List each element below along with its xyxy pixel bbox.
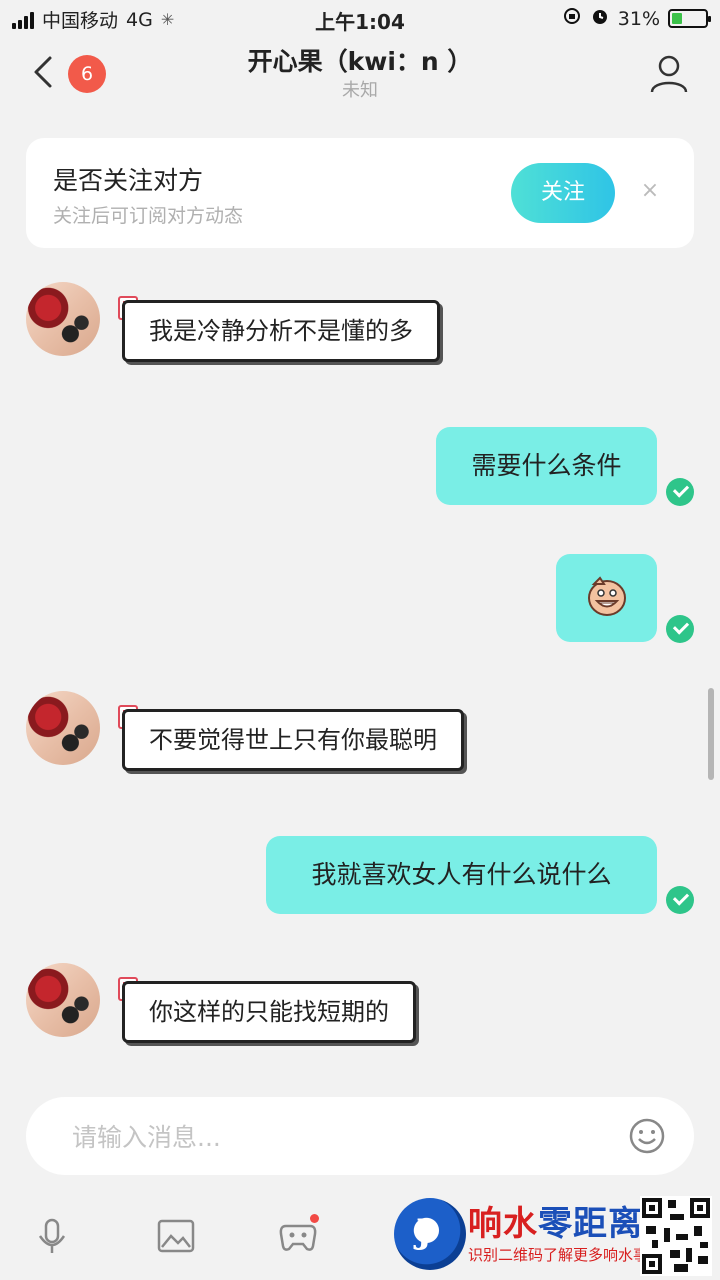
follow-prompt-title: 是否关注对方 [53,166,204,195]
chat-header: 6 开心果（kwi：n ） 未知 [0,38,720,108]
avatar[interactable] [26,963,100,1037]
battery-percent: 31% [617,7,660,30]
follow-prompt-subtitle: 关注后可订阅对方动态 [53,205,244,227]
message-bubble-incoming[interactable]: 你这样的只能找短期的 [122,981,416,1043]
watermark-title: 响水零距离 [468,1204,643,1244]
message-bubble-incoming[interactable]: 我是冷静分析不是懂的多 [122,300,440,362]
message-input[interactable] [72,1117,612,1157]
notification-dot [310,1214,319,1223]
chat-subtitle: 未知 [342,80,378,101]
profile-button[interactable] [648,52,690,94]
battery-icon [668,9,711,28]
alarm-icon [590,6,610,31]
status-bar: 中国移动 4G ✳ 上午1:04 31% [0,0,720,38]
follow-button[interactable]: 关注 [511,163,615,223]
message-bubble-outgoing[interactable]: 需要什么条件 [436,427,657,505]
smiley-icon [629,1118,665,1154]
watermark-subtitle: 识别二维码了解更多响水事 [468,1246,649,1264]
watermark: J 响水零距离 识别二维码了解更多响水事 [388,1192,720,1280]
message-bubble-incoming[interactable]: 不要觉得世上只有你最聪明 [122,709,464,771]
close-icon[interactable]: × [638,178,662,204]
follow-prompt-card: 是否关注对方 关注后可订阅对方动态 关注 × [26,138,694,248]
microphone-icon[interactable] [32,1216,72,1256]
qr-code [640,1196,712,1276]
emoji-button[interactable] [628,1117,666,1155]
image-icon[interactable] [156,1216,196,1256]
smiling-face-sticker-icon [586,574,628,618]
chat-title: 开心果（kwi：n ） [247,47,473,76]
avatar[interactable] [26,282,100,356]
scrollbar[interactable] [708,688,714,780]
message-bubble-outgoing[interactable]: 我就喜欢女人有什么说什么 [266,836,657,914]
orientation-lock-icon [562,6,582,31]
user-icon [650,55,688,93]
message-composer [26,1097,694,1175]
avatar[interactable] [26,691,100,765]
read-check-icon [666,886,694,914]
read-check-icon [666,615,694,643]
read-check-icon [666,478,694,506]
watermark-logo: J [394,1198,466,1270]
